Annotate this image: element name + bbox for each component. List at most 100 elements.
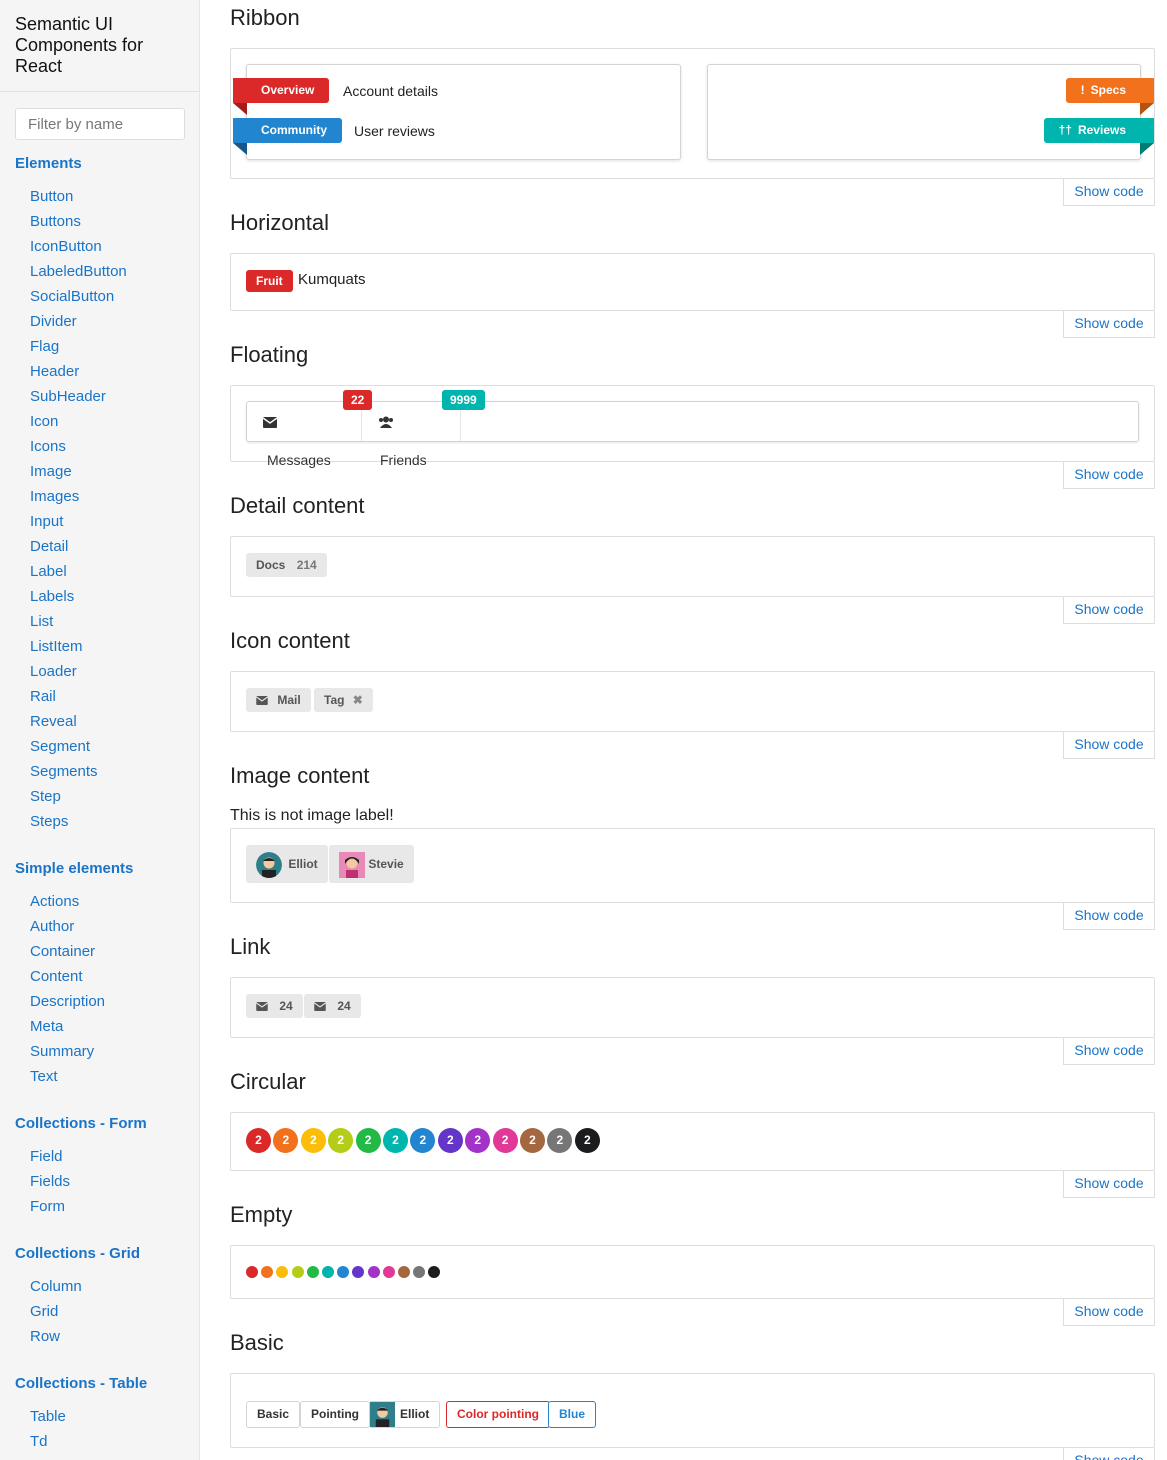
sidebar-item-meta[interactable]: Meta xyxy=(30,1018,63,1035)
sidebar-item-listitem[interactable]: ListItem xyxy=(30,638,83,655)
mail-icon xyxy=(314,1002,326,1012)
mail-icon xyxy=(256,696,268,706)
show-code-button[interactable]: Show code xyxy=(1063,732,1155,759)
show-code-button[interactable]: Show code xyxy=(1063,903,1155,930)
sidebar-item-loader[interactable]: Loader xyxy=(30,663,77,680)
sidebar-item-rail[interactable]: Rail xyxy=(30,688,56,705)
sidebar-item-step[interactable]: Step xyxy=(30,788,61,805)
link-count: 24 xyxy=(337,999,351,1013)
sidebar-item-buttons[interactable]: Buttons xyxy=(30,213,81,230)
menu-item-label: Messages xyxy=(267,452,331,468)
sidebar-item-image[interactable]: Image xyxy=(30,463,72,480)
circular-label: 2 xyxy=(383,1128,408,1153)
sidebar-group-heading: Simple elements xyxy=(15,860,134,877)
link-label[interactable]: 24 xyxy=(304,994,361,1018)
mail-icon xyxy=(263,416,277,428)
floating-count-label: 9999 xyxy=(442,390,485,410)
show-code-button[interactable]: Show code xyxy=(1063,179,1155,206)
filter-input[interactable] xyxy=(15,108,185,140)
sidebar-item-socialbutton[interactable]: SocialButton xyxy=(30,288,114,305)
sidebar-item-container[interactable]: Container xyxy=(30,943,95,960)
sidebar-item-icon[interactable]: Icon xyxy=(30,413,58,430)
sidebar-item-iconbutton[interactable]: IconButton xyxy=(30,238,102,255)
circular-label: 2 xyxy=(492,1128,518,1153)
sidebar-item-field[interactable]: Field xyxy=(30,1148,63,1165)
sidebar-item-input[interactable]: Input xyxy=(30,513,63,530)
sidebar-item-content[interactable]: Content xyxy=(30,968,83,985)
circular-label: 2 xyxy=(437,1128,463,1153)
sidebar-item-segments[interactable]: Segments xyxy=(30,763,98,780)
sidebar-item-label[interactable]: Label xyxy=(30,563,67,580)
tag-label-text: Tag xyxy=(324,693,345,707)
image-label-text: Stevie xyxy=(368,857,404,871)
sidebar-item-row[interactable]: Row xyxy=(30,1328,60,1345)
demo-ribbon: Overview Account details Community User … xyxy=(230,48,1155,179)
sidebar-item-header[interactable]: Header xyxy=(30,363,79,380)
close-icon[interactable]: ✖ xyxy=(353,693,363,707)
show-code-button[interactable]: Show code xyxy=(1063,597,1155,624)
sidebar-item-fields[interactable]: Fields xyxy=(30,1173,70,1190)
sidebar-item-actions[interactable]: Actions xyxy=(30,893,79,910)
section-title-circular: Circular xyxy=(230,1069,306,1094)
sidebar-item-description[interactable]: Description xyxy=(30,993,105,1010)
section-title-ribbon: Ribbon xyxy=(230,5,300,30)
circular-label: 2 xyxy=(574,1128,600,1153)
sidebar-item-column[interactable]: Column xyxy=(30,1278,82,1295)
sidebar-item-form[interactable]: Form xyxy=(30,1198,65,1215)
demo-icon-content: Mail Tag ✖ xyxy=(230,671,1155,732)
show-code-button[interactable]: Show code xyxy=(1063,462,1155,489)
sidebar-item-segment[interactable]: Segment xyxy=(30,738,90,755)
empty-circular-label xyxy=(276,1266,289,1278)
empty-circular-label xyxy=(246,1266,258,1278)
sidebar-item-images[interactable]: Images xyxy=(30,488,79,505)
ribbon-text: User reviews xyxy=(354,123,435,139)
sidebar-item-detail[interactable]: Detail xyxy=(30,538,68,555)
section-title-basic: Basic xyxy=(230,1330,284,1355)
avatar-elliot xyxy=(370,1402,395,1427)
image-label-elliot: Elliot xyxy=(246,845,328,883)
show-code-button[interactable]: Show code xyxy=(1063,1171,1155,1198)
sidebar-item-list[interactable]: List xyxy=(30,613,53,630)
floating-menu: Messages Friends xyxy=(246,401,1139,468)
horizontal-text: Kumquats xyxy=(298,271,366,288)
show-code-button[interactable]: Show code xyxy=(1063,1448,1155,1460)
show-code-button[interactable]: Show code xyxy=(1063,311,1155,338)
demo-empty xyxy=(230,1245,1155,1299)
detail-value: 214 xyxy=(296,558,317,572)
ribbon-label-overview: Overview xyxy=(233,78,330,115)
ribbon-label-text: Specs xyxy=(1090,83,1126,97)
circular-label: 2 xyxy=(355,1128,381,1153)
avatar-elliot xyxy=(256,851,282,878)
sidebar-item-table[interactable]: Table xyxy=(30,1408,66,1425)
sidebar-item-grid[interactable]: Grid xyxy=(30,1303,58,1320)
sidebar-item-icons[interactable]: Icons xyxy=(30,438,66,455)
show-code-button[interactable]: Show code xyxy=(1063,1038,1155,1065)
sidebar-item-td[interactable]: Td xyxy=(30,1433,48,1450)
sidebar-item-subheader[interactable]: SubHeader xyxy=(30,388,106,405)
sidebar-item-button[interactable]: Button xyxy=(30,188,73,205)
sidebar-item-author[interactable]: Author xyxy=(30,918,74,935)
empty-circular-label xyxy=(261,1266,274,1278)
section-title-floating: Floating xyxy=(230,342,309,367)
mail-icon xyxy=(256,1002,268,1012)
show-code-button[interactable]: Show code xyxy=(1063,1299,1155,1326)
empty-circular-label xyxy=(367,1266,380,1278)
ribbon-card-right: ! Specs †† Reviews xyxy=(707,64,1155,160)
sidebar-item-reveal[interactable]: Reveal xyxy=(30,713,77,730)
sidebar-item-labels[interactable]: Labels xyxy=(30,588,74,605)
sidebar-item-text[interactable]: Text xyxy=(30,1068,58,1085)
empty-circular-label xyxy=(382,1266,395,1278)
ribbon-text: Account details xyxy=(343,83,438,99)
empty-circular-label xyxy=(413,1266,426,1278)
circular-label: 2 xyxy=(520,1128,545,1153)
empty-circular-label xyxy=(291,1266,304,1278)
mail-label: Mail xyxy=(246,688,311,712)
link-label[interactable]: 24 xyxy=(246,994,303,1018)
image-label-text: Elliot xyxy=(288,857,318,871)
sidebar-item-steps[interactable]: Steps xyxy=(30,813,68,830)
sidebar-item-summary[interactable]: Summary xyxy=(30,1043,94,1060)
section-title-image-content: Image content xyxy=(230,763,370,788)
sidebar-item-flag[interactable]: Flag xyxy=(30,338,59,355)
sidebar-item-labeledbutton[interactable]: LabeledButton xyxy=(30,263,127,280)
sidebar-item-divider[interactable]: Divider xyxy=(30,313,77,330)
